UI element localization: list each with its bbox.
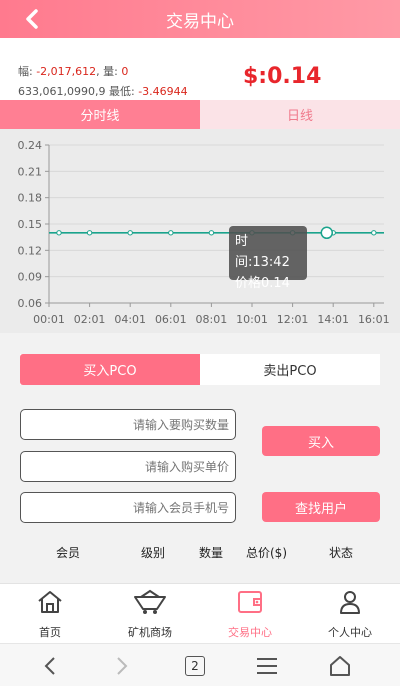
mining-cart-icon	[134, 589, 166, 614]
y-tick-label: 0.24	[18, 139, 43, 152]
x-tick-label: 16:01	[358, 313, 390, 326]
y-tick-label: 0.06	[18, 297, 43, 310]
data-point	[208, 230, 215, 236]
x-tick-label: 06:01	[155, 313, 187, 326]
buy-button[interactable]: 买入	[262, 426, 380, 456]
liang-value: 0	[121, 65, 129, 78]
header-bar: 交易中心	[0, 0, 400, 38]
y-tick-label: 0.21	[18, 165, 43, 178]
x-tick-label: 08:01	[196, 313, 228, 326]
tab-daily[interactable]: 日线	[200, 100, 400, 129]
tabbar-item-home[interactable]: 首页	[20, 584, 80, 644]
tab-intraday[interactable]: 分时线	[0, 100, 200, 129]
label-fu: 幅:	[18, 65, 37, 78]
label-low: 最低:	[105, 85, 139, 98]
tab-buy[interactable]: 买入PCO	[20, 354, 200, 385]
tabbar-label-profile: 个人中心	[328, 626, 372, 639]
data-point	[56, 230, 62, 236]
tabbar-label-mining-mall: 矿机商场	[128, 626, 172, 639]
chevron-right-icon	[117, 657, 128, 675]
data-point	[127, 230, 133, 236]
trade-tabs: 买入PCO 卖出PCO	[20, 354, 380, 385]
tabbar-label-home: 首页	[39, 626, 61, 639]
bottom-tab-bar: 首页 矿机商场 交易中心 个人中心	[0, 583, 400, 643]
fu-value: -2,017,612	[36, 65, 97, 78]
browser-forward-button[interactable]	[108, 652, 136, 680]
x-tick-label: 02:01	[74, 313, 106, 326]
chevron-left-icon	[26, 9, 38, 29]
overlap-value: 633,061,0990,9	[18, 85, 106, 98]
stats-line-2: 633,061,0990,9 最低: -3.46944	[18, 83, 188, 99]
orders-table-header: 会员 级别 数量 总价($) 状态	[0, 541, 400, 563]
market-stats: 幅: -2,017,612, 量: 0 633,061,0990,9 最低: -…	[0, 38, 400, 100]
highlight-point	[320, 226, 334, 240]
data-point	[371, 230, 377, 236]
col-total: 总价($)	[246, 546, 287, 560]
x-tick-label: 04:01	[114, 313, 146, 326]
x-tick-label: 10:01	[236, 313, 268, 326]
tab-count-icon: 2	[185, 656, 205, 676]
current-price: $:0.14	[243, 64, 322, 89]
back-button[interactable]	[18, 5, 46, 33]
browser-toolbar: 2	[0, 643, 400, 686]
y-tick-label: 0.12	[18, 244, 43, 257]
hamburger-menu-icon	[257, 658, 277, 674]
col-status: 状态	[329, 546, 354, 560]
chevron-left-icon	[44, 657, 55, 675]
tabbar-item-trade-center[interactable]: 交易中心	[218, 584, 282, 644]
chart-svg: 0.24 0.21 0.18 0.15 0.12 0.09 0.06 00:01 02:01 04…	[18, 139, 390, 326]
tab-count: 2	[191, 659, 199, 673]
y-tick-label: 0.18	[18, 192, 43, 205]
data-point	[86, 230, 93, 236]
quantity-input[interactable]	[20, 409, 236, 440]
browser-back-button[interactable]	[36, 652, 64, 680]
col-level: 级别	[141, 546, 166, 560]
tabbar-item-profile[interactable]: 个人中心	[318, 584, 382, 644]
unit-price-input[interactable]	[20, 451, 236, 482]
tabbar-label-trade-center: 交易中心	[228, 626, 272, 639]
x-tick-label: 12:01	[277, 313, 309, 326]
col-quantity: 数量	[199, 546, 224, 560]
browser-home-button[interactable]	[326, 652, 354, 680]
label-liang: , 量:	[96, 65, 122, 78]
page-title: 交易中心	[166, 11, 234, 32]
tab-sell[interactable]: 卖出PCO	[200, 354, 380, 385]
person-icon	[340, 591, 360, 614]
x-tick-label: 00:01	[33, 313, 65, 326]
tabbar-item-mining-mall[interactable]: 矿机商场	[118, 584, 182, 644]
browser-menu-button[interactable]	[253, 652, 281, 680]
find-user-button[interactable]: 查找用户	[262, 492, 380, 522]
data-point	[168, 230, 174, 236]
y-tick-label: 0.15	[18, 218, 43, 231]
tooltip-price: 价格0.14	[235, 276, 290, 291]
home-icon	[38, 591, 62, 613]
y-tick-label: 0.09	[18, 271, 43, 284]
col-member: 会员	[56, 546, 81, 560]
wallet-icon	[238, 591, 262, 613]
kline-tabs: 分时线 日线	[0, 100, 400, 129]
member-phone-input[interactable]	[20, 492, 236, 523]
stats-line-1: 幅: -2,017,612, 量: 0	[18, 63, 128, 79]
x-tick-label: 14:01	[317, 313, 349, 326]
browser-tabs-button[interactable]: 2	[181, 652, 209, 680]
tooltip-time: 时间:13:42	[235, 234, 290, 270]
low-value: -3.46944	[138, 85, 188, 98]
price-chart: 0.24 0.21 0.18 0.15 0.12 0.09 0.06 00:01 02:01 04…	[0, 129, 400, 333]
home-outline-icon	[330, 656, 350, 676]
chart-tooltip: 时间:13:42 价格0.14	[229, 226, 307, 291]
